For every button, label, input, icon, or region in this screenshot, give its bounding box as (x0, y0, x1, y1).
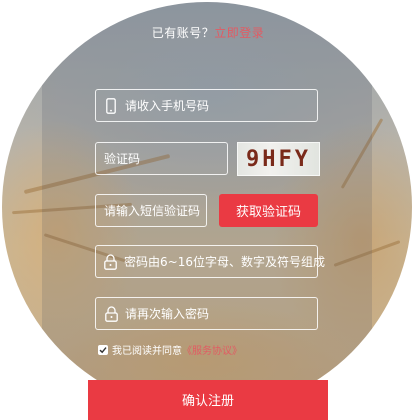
mobile-phone-icon (104, 97, 118, 115)
password-field[interactable]: 密码由6~16位字母、数字及符号组成 (95, 245, 325, 278)
agreement-row: 我已阅读并同意 《服务协议》 (98, 342, 242, 357)
phone-placeholder: 请收入手机号码 (125, 99, 210, 113)
confirm-password-placeholder: 请再次输入密码 (125, 307, 210, 321)
agree-text: 我已阅读并同意 (112, 346, 182, 357)
captcha-input[interactable]: 验证码 (95, 142, 228, 175)
sms-code-input[interactable]: 请输入短信验证码 (95, 194, 207, 227)
agreement-link[interactable]: 《服务协议》 (182, 342, 242, 357)
agree-checkbox[interactable] (98, 344, 108, 355)
confirm-password-field[interactable]: 请再次输入密码 (95, 297, 318, 330)
register-button[interactable]: 确认注册 (88, 380, 328, 420)
captcha-text: 9HFY (246, 146, 311, 172)
have-account-text: 已有账号？ (151, 26, 215, 40)
captcha-placeholder: 验证码 (104, 152, 141, 166)
lock-icon (104, 253, 117, 271)
login-prompt: 已有账号？立即登录 (0, 24, 416, 41)
lock-icon (104, 305, 118, 323)
get-code-button[interactable]: 获取验证码 (219, 194, 318, 227)
login-link[interactable]: 立即登录 (214, 26, 264, 40)
sms-code-placeholder: 请输入短信验证码 (104, 204, 201, 218)
captcha-image[interactable]: 9HFY (237, 142, 320, 176)
checkmark-icon (99, 346, 107, 353)
password-placeholder: 密码由6~16位字母、数字及符号组成 (124, 255, 325, 269)
phone-field[interactable]: 请收入手机号码 (95, 89, 318, 122)
